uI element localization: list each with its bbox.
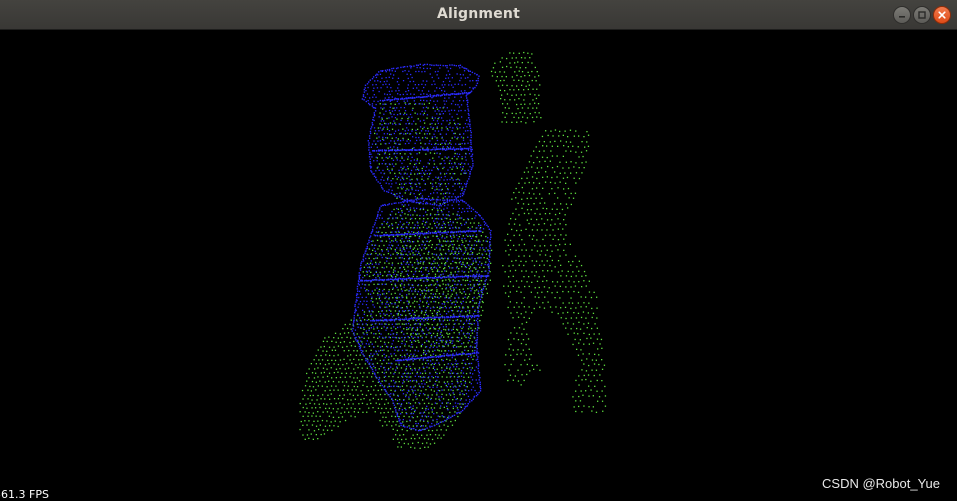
minimize-button[interactable] — [893, 6, 911, 24]
alignment-window: Alignment 361.3 FPS CS — [0, 0, 957, 501]
title-bar[interactable]: Alignment — [0, 0, 957, 30]
window-controls — [893, 6, 951, 24]
target-point-cloud — [299, 51, 607, 449]
close-button[interactable] — [933, 6, 951, 24]
maximize-icon — [918, 11, 926, 19]
window-title: Alignment — [437, 6, 520, 22]
point-cloud-viewport[interactable]: 361.3 FPS CSDN @Robot_Yue — [0, 30, 957, 501]
point-cloud-canvas[interactable] — [0, 30, 957, 501]
fps-counter: 361.3 FPS — [0, 488, 49, 501]
close-icon — [938, 11, 946, 19]
watermark-text: CSDN @Robot_Yue — [822, 476, 940, 491]
source-point-cloud — [351, 63, 492, 432]
minimize-icon — [899, 16, 905, 18]
maximize-button[interactable] — [913, 6, 931, 24]
